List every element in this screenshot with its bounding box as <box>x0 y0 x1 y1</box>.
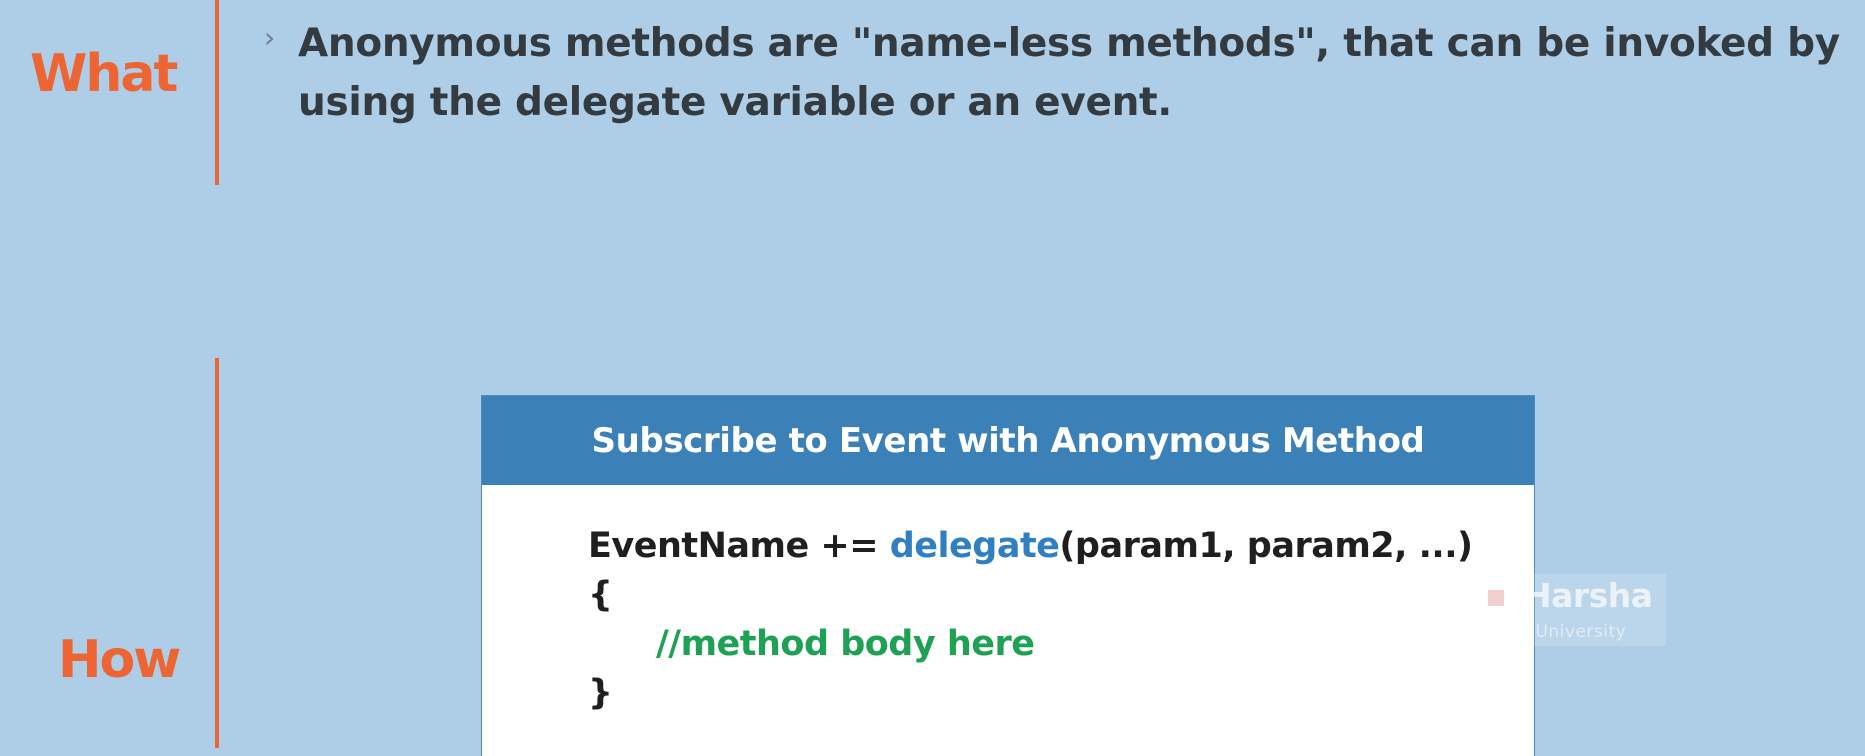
what-divider <box>215 0 219 185</box>
code-block: EventName += delegate(param1, param2, ..… <box>588 522 1473 718</box>
bullet-chevron-icon: › <box>264 21 276 54</box>
watermark-name: Harsha <box>1524 576 1653 615</box>
code-keyword-delegate: delegate <box>889 526 1060 566</box>
how-divider <box>215 358 219 748</box>
code-open-brace: { <box>588 575 613 615</box>
code-comment: //method body here <box>656 624 1035 664</box>
how-label: How <box>58 630 181 690</box>
what-description: Anonymous methods are "name-less methods… <box>298 14 1863 132</box>
what-description-line: using the delegate variable or an event. <box>298 80 1172 125</box>
watermark-logo-icon <box>1478 582 1516 616</box>
code-parameters: (param1, param2, ...) <box>1059 526 1473 566</box>
watermark: Harsha Web University <box>1472 574 1666 646</box>
what-label: What <box>30 44 178 104</box>
code-line-signature: EventName += delegate(param1, param2, ..… <box>588 522 1473 571</box>
code-close-brace: } <box>588 673 613 713</box>
syntax-card: Subscribe to Event with Anonymous Method… <box>482 396 1534 756</box>
watermark-subtitle: Web University <box>1491 622 1627 642</box>
code-event-subscribe: EventName += <box>588 526 890 566</box>
what-description-line: Anonymous methods are "name-less methods… <box>298 21 1840 66</box>
syntax-card-title: Subscribe to Event with Anonymous Method <box>482 396 1534 485</box>
